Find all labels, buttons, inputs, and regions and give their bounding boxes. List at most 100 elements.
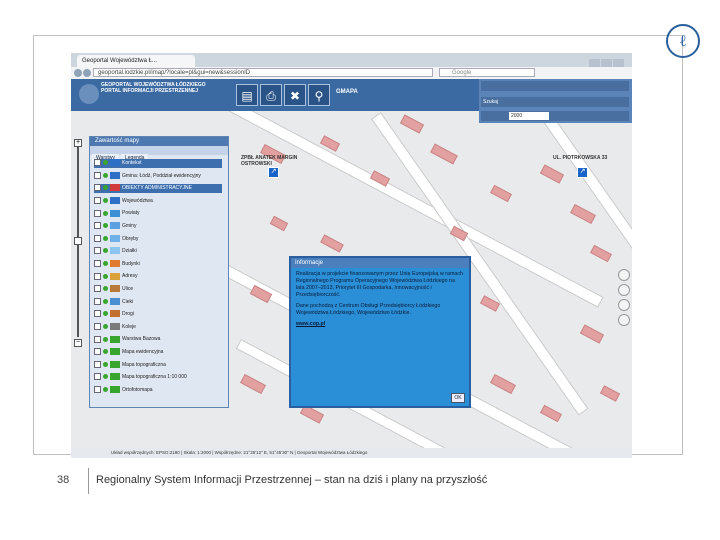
layer-item[interactable]: Koleje — [94, 322, 222, 332]
layer-item[interactable]: Adresy — [94, 272, 222, 281]
info-popup: Informacje Realizacja w projekcie finans… — [289, 256, 471, 408]
search-tool-button[interactable]: ⚲ — [308, 84, 330, 106]
map-marker-icon[interactable]: ↗ — [577, 167, 588, 178]
map-view[interactable]: ZPBŁ ANATEK MARGIN OSTROWSKI ↗ UL. PIOTR… — [71, 79, 632, 454]
layer-checkbox[interactable] — [94, 272, 101, 280]
layer-checkbox[interactable] — [94, 360, 101, 368]
layer-checkbox[interactable] — [94, 209, 101, 217]
layer-item[interactable]: Obręby — [94, 234, 222, 244]
layer-item[interactable]: Budynki — [94, 259, 222, 269]
layer-visible-icon — [103, 311, 108, 317]
layer-item[interactable]: Ortofotomapa — [94, 385, 222, 395]
layer-checkbox[interactable] — [94, 385, 101, 393]
app-title-sub: PORTAL INFORMACJI PRZESTRZENNEJ — [101, 88, 199, 94]
info-link[interactable]: www.cop.pl — [296, 321, 464, 328]
layer-item[interactable]: Drogi — [94, 310, 222, 319]
layers-panel-title: Zawartość mapy — [90, 137, 228, 146]
layer-checkbox[interactable] — [94, 171, 101, 179]
url-input[interactable]: geoportal.lodzkie.pl/imap/?locale=pl&gui… — [93, 68, 433, 77]
layer-item[interactable]: Mapa topograficzna 1:10 000 — [94, 373, 222, 382]
layer-item[interactable]: Gmina: Łódź, Poddział ewidencyjny — [94, 171, 222, 181]
layer-symbol-icon — [110, 234, 120, 242]
home-icon[interactable] — [618, 284, 630, 296]
ok-button[interactable]: OK — [451, 393, 465, 403]
scale-row: 2000 — [481, 111, 629, 121]
layer-item[interactable]: Ulice — [94, 285, 222, 294]
layer-symbol-icon — [110, 285, 120, 293]
window-controls — [588, 55, 628, 68]
layer-item[interactable]: Mapa topograficzna — [94, 360, 222, 370]
layer-item[interactable]: Mapa ewidencyjna — [94, 348, 222, 357]
zoom-control[interactable]: + − — [74, 127, 82, 357]
zoom-in-icon[interactable]: + — [74, 139, 82, 147]
forward-icon[interactable] — [83, 69, 91, 77]
tools-button[interactable]: ✖ — [284, 84, 306, 106]
layer-visible-icon — [103, 235, 108, 241]
browser-search-input[interactable]: Google — [439, 68, 535, 77]
layer-item[interactable]: Województwa — [94, 196, 222, 206]
layer-visible-icon — [103, 336, 108, 342]
layer-symbol-icon — [110, 310, 120, 318]
layer-checkbox[interactable] — [94, 222, 101, 230]
layer-label: Ortofotomapa — [122, 386, 153, 393]
map-building — [570, 203, 596, 225]
layer-checkbox[interactable] — [94, 285, 101, 293]
layer-item[interactable]: Cieki — [94, 297, 222, 307]
layer-item[interactable]: Działki — [94, 247, 222, 256]
layer-item[interactable]: Warstwa Bazowa — [94, 335, 222, 344]
layer-visible-icon — [103, 223, 108, 229]
scale-input[interactable]: 2000 — [509, 112, 549, 120]
layer-item[interactable]: Gminy — [94, 222, 222, 231]
layer-label: Gmina: Łódź, Poddział ewidencyjny — [122, 172, 201, 179]
layer-symbol-icon — [110, 297, 120, 305]
layer-label: Drogi — [122, 311, 134, 318]
browser-tab[interactable]: Geoportal Województwa Ł... — [77, 55, 195, 67]
layer-checkbox[interactable] — [94, 184, 101, 192]
layer-label: Mapa topograficzna 1:10 000 — [122, 374, 187, 381]
info-paragraph: Realizacja w projekcie finansowanym prze… — [296, 271, 463, 298]
map-building — [540, 404, 562, 423]
map-label: UL. PIOTRKOWSKA 33 — [553, 155, 608, 161]
pan-icon[interactable] — [618, 269, 630, 281]
layer-checkbox[interactable] — [94, 196, 101, 204]
layer-item[interactable]: OBIEKTY ADMINISTRACYJNE — [94, 184, 222, 194]
layer-checkbox[interactable] — [94, 297, 101, 305]
zoom-out-icon[interactable]: − — [74, 339, 82, 347]
layer-checkbox[interactable] — [94, 335, 101, 343]
info-icon[interactable] — [618, 314, 630, 326]
zoom-slider-handle[interactable] — [74, 237, 82, 245]
map-building — [579, 324, 605, 344]
layer-checkbox[interactable] — [94, 259, 101, 267]
layer-checkbox[interactable] — [94, 159, 101, 167]
layer-visible-icon — [103, 260, 108, 266]
layer-checkbox[interactable] — [94, 247, 101, 255]
layer-item[interactable]: Kontekst — [94, 159, 222, 168]
map-building — [269, 215, 289, 232]
layer-symbol-icon — [110, 209, 120, 217]
layer-visible-icon — [103, 210, 108, 216]
layer-item[interactable]: Powiaty — [94, 209, 222, 218]
layers-tool-button[interactable]: ▤ — [236, 84, 258, 106]
layer-symbol-icon — [110, 196, 120, 204]
address-bar: geoportal.lodzkie.pl/imap/?locale=pl&gui… — [71, 67, 632, 79]
layer-checkbox[interactable] — [94, 348, 101, 356]
layer-checkbox[interactable] — [94, 310, 101, 318]
layer-checkbox[interactable] — [94, 234, 101, 242]
layer-symbol-icon — [110, 222, 120, 230]
layer-symbol-icon — [110, 322, 120, 330]
layer-checkbox[interactable] — [94, 322, 101, 330]
browser-titlebar: Geoportal Województwa Ł... — [71, 53, 632, 68]
map-label: ZPBŁ ANATEK MARGIN OSTROWSKI — [241, 155, 298, 167]
layer-visible-icon — [103, 349, 108, 355]
page-number: 38 — [57, 474, 70, 486]
back-icon[interactable] — [74, 69, 82, 77]
print-tool-button[interactable]: ⎙ — [260, 84, 282, 106]
measure-icon[interactable] — [618, 299, 630, 311]
map-marker-icon[interactable]: ↗ — [268, 167, 279, 178]
map-building — [399, 114, 425, 134]
layer-visible-icon — [103, 286, 108, 292]
layer-visible-icon — [103, 273, 108, 279]
layer-checkbox[interactable] — [94, 373, 101, 381]
layer-symbol-icon — [110, 373, 120, 381]
layer-label: Warstwa Bazowa — [122, 336, 161, 343]
